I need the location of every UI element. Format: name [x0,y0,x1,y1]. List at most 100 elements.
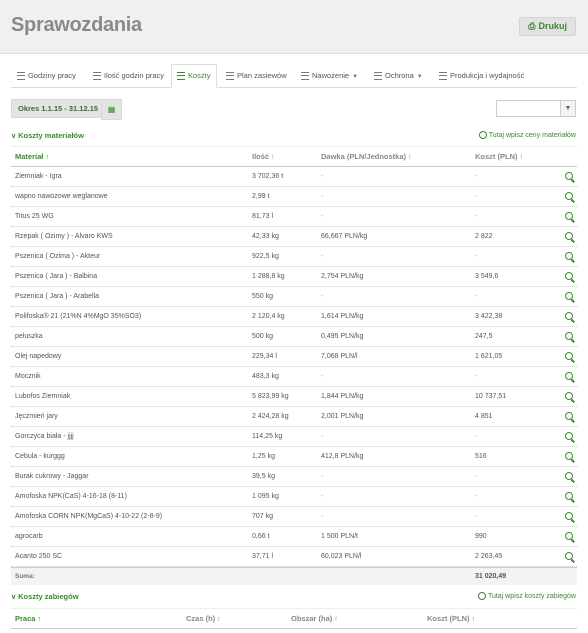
cell-name: Jęczmień jary [15,413,58,420]
sum-value: 31 020,49 [475,573,507,580]
col-time[interactable]: Czas (h) ↑ [186,609,221,629]
cell-cost: 2 822 [475,233,493,240]
search-icon[interactable] [565,292,573,300]
cell-dose: - [321,373,324,380]
tab-working-hours[interactable]: Godziny pracy [17,65,76,87]
sum-label: Suma: [15,573,35,580]
sort-icon: ↑ [334,616,338,623]
tab-protection[interactable]: Ochrona ▼ [374,65,423,87]
search-icon[interactable] [565,312,573,320]
cell-name: Amofoska CORN NPK(MgCaS) 4-10-22 (2-8-9) [15,513,163,520]
table-row: peluszka 500 kg 0,495 PLN/kg 247,5 [11,327,577,347]
cell-cost: 3 549,6 [475,273,499,280]
tab-fertilization[interactable]: Nawożenie ▼ [301,65,358,87]
table-row: Jęczmień jary 2 424,28 kg 2,001 PLN/kg 4 85… [11,407,577,427]
col-treatment-cost[interactable]: Koszt (PLN) ↑ [427,609,475,629]
cell-qty: 3 702,36 t [252,173,284,180]
list-icon [226,72,234,81]
table-row: Burak cukrowy - Jaggar 39,5 kg - - [11,467,577,487]
print-label: Drukuj [538,21,567,31]
filter-select[interactable]: ▼ [496,100,576,117]
search-icon[interactable] [565,552,573,560]
print-button[interactable]: ⎙ Drukuj [519,17,576,36]
cell-name: Olej napedowy [15,353,62,360]
cell-name: Ziemniak - Igra [15,173,62,180]
search-icon[interactable] [565,352,573,360]
col-work[interactable]: Praca ↑ [15,609,41,629]
list-icon [177,72,185,81]
cell-dose: - [321,173,324,180]
table-row: agrocarb 0,66 t 1 500 PLN/t 990 [11,527,577,547]
search-icon[interactable] [565,412,573,420]
material-prices-link[interactable]: Tutaj wpisz ceny materiałów [478,131,576,139]
search-icon[interactable] [565,252,573,260]
col-dose[interactable]: Dawka (PLN/Jednostka) ↑ [321,147,412,167]
treatments-table-header: Praca ↑ Czas (h) ↑ Obszar (ha) ↑ Koszt (PLN… [11,608,577,629]
check-icon [478,131,487,139]
cell-qty: 2,99 t [252,193,270,200]
search-icon[interactable] [565,432,573,440]
search-icon[interactable] [565,392,573,400]
cell-name: Pszenica ( Jara ) - Arabella [15,293,100,300]
tab-sowing-plan[interactable]: Plan zasiewów [226,65,287,87]
chevron-down-icon: ∨ [11,133,17,140]
period-button[interactable]: Okres 1.1.15 - 31.12.15 [11,99,106,118]
tab-hours-amount[interactable]: Ilość godzin pracy [93,65,164,87]
cell-cost: - [475,373,478,380]
list-icon [301,72,309,81]
tab-costs[interactable]: Koszty [171,64,217,88]
cell-cost: 247,5 [475,333,493,340]
sort-icon: ↑ [519,154,524,161]
table-row: Ziemniak - Igra 3 702,36 t - - [11,167,577,187]
list-icon [439,72,447,81]
cell-cost: 4 851 [475,413,493,420]
chevron-down-icon: ▼ [560,101,575,116]
treatment-costs-link[interactable]: Tutaj wpisz koszty zabiegów [477,592,576,600]
cell-cost: 3 422,38 [475,313,503,320]
cell-name: Amofoska NPK(CaS) 4-16-18 (8-11) [15,493,127,500]
col-quantity[interactable]: Ilość ↑ [252,147,275,167]
search-icon[interactable] [565,452,573,460]
treatments-table: Praca ↑ Czas (h) ↑ Obszar (ha) ↑ Koszt (PLN… [11,608,577,629]
search-icon[interactable] [565,332,573,340]
sort-icon: ↑ [271,154,275,161]
search-icon[interactable] [565,212,573,220]
cell-name: Burak cukrowy - Jaggar [15,473,89,480]
chevron-down-icon: ▼ [352,74,359,80]
search-icon[interactable] [565,512,573,520]
cell-qty: 500 kg [252,333,274,340]
calendar-icon: ▦ [107,105,116,114]
cell-name: Titus 25 WG [15,213,54,220]
search-icon[interactable] [565,472,573,480]
search-icon[interactable] [565,532,573,540]
materials-section-toggle[interactable]: ∨ Koszty materiałów [11,131,84,140]
calendar-button[interactable]: ▦ [101,99,122,120]
cell-qty: 2 424,28 kg [252,413,289,420]
search-icon[interactable] [565,272,573,280]
cell-qty: 707 kg [252,513,274,520]
col-cost[interactable]: Koszt (PLN) ↑ [475,147,523,167]
treatments-section-toggle[interactable]: ∨ Koszty zabiegów [11,592,79,601]
search-icon[interactable] [565,232,573,240]
cell-name: Acanto 250 SC [15,553,63,560]
cell-qty: 1 095 kg [252,493,279,500]
search-icon[interactable] [565,372,573,380]
col-area[interactable]: Obszar (ha) ↑ [291,609,338,629]
search-icon[interactable] [565,492,573,500]
table-row: Gorczyca biała - jjjj 114,25 kg - - [11,427,577,447]
cell-dose: - [321,493,324,500]
tab-production[interactable]: Produkcja i wydajność [439,65,524,87]
cell-dose: - [321,293,324,300]
search-icon[interactable] [565,172,573,180]
cell-cost: - [475,193,478,200]
cell-qty: 37,71 l [252,553,274,560]
cell-dose: - [321,193,324,200]
cell-qty: 550 kg [252,293,274,300]
col-material[interactable]: Materiał ↑ [15,147,49,167]
search-icon[interactable] [565,192,573,200]
check-icon [477,592,486,600]
sort-up-icon: ↑ [37,616,41,623]
table-row: Pszenica ( Jara ) - Arabella 550 kg - - [11,287,577,307]
cell-name: Polifoska® 21 (21%N 4%MgO 35%SO3) [15,313,142,320]
cell-dose: - [321,253,324,260]
